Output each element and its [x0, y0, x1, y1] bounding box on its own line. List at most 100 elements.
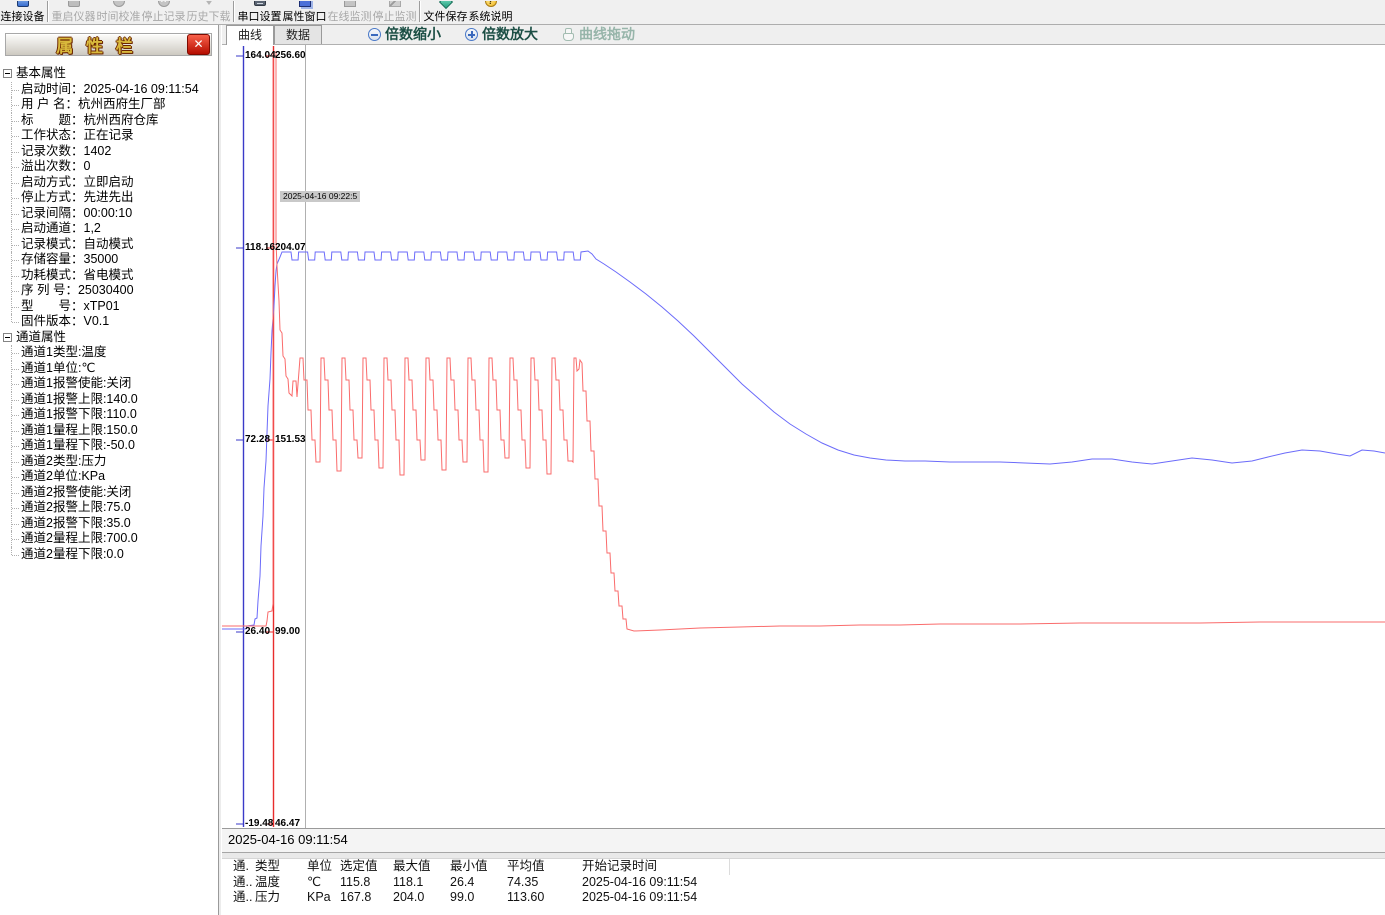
- file-save-icon: [438, 1, 452, 9]
- tree-item[interactable]: 通道1报警使能:关闭: [11, 376, 199, 392]
- tree-item-label: 序 列 号：25030400: [21, 283, 134, 297]
- tree-item[interactable]: 停止方式：先进先出: [11, 190, 199, 206]
- history-download-icon: [203, 1, 215, 7]
- table-header-cell: 最大值: [393, 859, 450, 875]
- connect-device-icon: [17, 1, 29, 7]
- toolbar-button[interactable]: 连接设备: [0, 0, 45, 24]
- tree-item-label: 用 户 名：杭州西府生厂部: [21, 97, 165, 111]
- toolbar-button[interactable]: 串口设置: [237, 0, 282, 24]
- tree-item[interactable]: 工作状态：正在记录: [11, 128, 199, 144]
- chart-button[interactable]: 倍数缩小: [368, 24, 441, 44]
- cell-min-value: 99.0: [450, 890, 507, 906]
- cell-unit: KPa: [307, 890, 340, 906]
- tree-item[interactable]: 记录模式：自动模式: [11, 237, 199, 253]
- tree-item[interactable]: 通道2报警下限:35.0: [11, 516, 199, 532]
- toolbar-button-label: 文件保存: [424, 10, 468, 24]
- toolbar-button-label: 停止记录: [142, 10, 186, 24]
- tree-root-basic-properties[interactable]: 基本属性: [2, 66, 199, 82]
- stop-monitor-icon: [389, 1, 401, 7]
- collapse-icon[interactable]: [3, 69, 12, 78]
- tree-item[interactable]: 通道2类型:压力: [11, 454, 199, 470]
- tree-item[interactable]: 启动时间：2025-04-16 09:11:54: [11, 82, 199, 98]
- tree-item[interactable]: 序 列 号：25030400: [11, 283, 199, 299]
- hand-icon: [562, 28, 575, 41]
- cell-unit: ℃: [307, 875, 340, 891]
- tree-item-label: 通道2单位:KPa: [21, 469, 105, 483]
- toolbar-button: 重启仪器: [51, 0, 96, 24]
- tree-item-label: 启动方式：立即启动: [21, 175, 134, 189]
- tree-item-label: 通道2报警使能:关闭: [21, 485, 131, 499]
- cell-selected-value: 115.8: [340, 875, 393, 891]
- horizontal-splitter[interactable]: [222, 852, 1385, 859]
- tree-item[interactable]: 通道2报警上限:75.0: [11, 500, 199, 516]
- chart-button-label: 倍数放大: [482, 24, 538, 44]
- tree-item[interactable]: 通道1量程上限:150.0: [11, 423, 199, 439]
- toolbar-button-label: 时间校准: [97, 10, 141, 24]
- tree-item[interactable]: 标 题：杭州西府仓库: [11, 113, 199, 129]
- table-row[interactable]: 通.. 温度 ℃ 115.8 118.1 26.4 74.35 2025-04-…: [222, 875, 1385, 891]
- tree-item[interactable]: 通道2单位:KPa: [11, 469, 199, 485]
- tree-item-label: 型 号：xTP01: [21, 299, 120, 313]
- cell-type: 压力: [255, 890, 307, 906]
- tree-root-channel-properties[interactable]: 通道属性: [2, 330, 199, 346]
- tree-item[interactable]: 记录间隔：00:00:10: [11, 206, 199, 222]
- property-panel-header: 属 性 栏 ✕: [5, 33, 212, 56]
- restart-instrument-icon: [68, 1, 80, 7]
- tree-item-label: 记录模式：自动模式: [21, 237, 134, 251]
- tree-item[interactable]: 通道2量程下限:0.0: [11, 547, 199, 563]
- tree-item[interactable]: 启动通道：1,2: [11, 221, 199, 237]
- tree-item[interactable]: 通道1单位:℃: [11, 361, 199, 377]
- tree-item-label: 通道1量程上限:150.0: [21, 423, 138, 437]
- axis-label-ch2: 99.00: [275, 626, 300, 637]
- tree-item[interactable]: 固件版本：V0.1: [11, 314, 199, 330]
- chart-tabbar: 曲线 数据 倍数缩小 倍数放大 曲线拖动: [222, 25, 1385, 45]
- tree-item-label: 通道2报警上限:75.0: [21, 500, 131, 514]
- collapse-icon[interactable]: [3, 333, 12, 342]
- table-row[interactable]: 通.. 压力 KPa 167.8 204.0 99.0 113.60 2025-…: [222, 890, 1385, 906]
- tree-item[interactable]: 通道2量程上限:700.0: [11, 531, 199, 547]
- tab-data[interactable]: 数据: [274, 25, 322, 44]
- tree-item[interactable]: 通道2报警使能:关闭: [11, 485, 199, 501]
- pressure-curve: [222, 52, 1385, 631]
- tree-item-label: 标 题：杭州西府仓库: [21, 113, 159, 127]
- tree-item[interactable]: 功耗模式：省电模式: [11, 268, 199, 284]
- cell-max-value: 118.1: [393, 875, 450, 891]
- chart-button-label: 曲线拖动: [579, 24, 635, 44]
- tree-item[interactable]: 通道1报警下限:110.0: [11, 407, 199, 423]
- table-header-cell: 通.: [233, 859, 255, 875]
- curve-canvas: [222, 45, 1385, 829]
- toolbar-icon-clip: [15, 1, 31, 10]
- toolbar-icon-clip: [387, 1, 403, 10]
- tree-item[interactable]: 通道1量程下限:-50.0: [11, 438, 199, 454]
- tree-item[interactable]: 记录次数：1402: [11, 144, 199, 160]
- toolbar-button[interactable]: 系统说明: [468, 0, 513, 24]
- tree-item[interactable]: 溢出次数：0: [11, 159, 199, 175]
- cell-start-time: 2025-04-16 09:11:54: [582, 890, 730, 906]
- curve-plot[interactable]: 164.04256.60118.16204.0772.28151.5326.40…: [222, 45, 1385, 829]
- tree-item[interactable]: 用 户 名：杭州西府生厂部: [11, 97, 199, 113]
- tree-item[interactable]: 型 号：xTP01: [11, 299, 199, 315]
- toolbar-icon-clip: [66, 1, 82, 10]
- toolbar-button[interactable]: 属性窗口: [282, 0, 327, 24]
- chart-button[interactable]: 倍数放大: [465, 24, 538, 44]
- toolbar-button: 在线监测: [327, 0, 372, 24]
- tree-item-label: 固件版本：V0.1: [21, 314, 109, 328]
- cell-max-value: 204.0: [393, 890, 450, 906]
- basic-properties-list: 启动时间：2025-04-16 09:11:54 用 户 名：杭州西府生厂部 标…: [2, 82, 199, 330]
- tree-item[interactable]: 存储容量：35000: [11, 252, 199, 268]
- tree-item[interactable]: 启动方式：立即启动: [11, 175, 199, 191]
- toolbar-button-label: 属性窗口: [283, 10, 327, 24]
- cell-avg-value: 74.35: [507, 875, 582, 891]
- tree-item-label: 停止方式：先进先出: [21, 190, 134, 204]
- table-header-cell: 最小值: [450, 859, 507, 875]
- toolbar-button[interactable]: 文件保存: [423, 0, 468, 24]
- tree-item[interactable]: 通道1类型:温度: [11, 345, 199, 361]
- toolbar-button: 历史下载: [186, 0, 231, 24]
- online-monitor-icon: [344, 1, 356, 7]
- toolbar-icon-clip: [438, 1, 454, 10]
- toolbar-button-label: 连接设备: [1, 10, 45, 24]
- close-icon[interactable]: ✕: [187, 34, 210, 55]
- tree-item[interactable]: 通道1报警上限:140.0: [11, 392, 199, 408]
- tree-item-label: 溢出次数：0: [21, 159, 90, 173]
- tab-curve[interactable]: 曲线: [226, 25, 274, 45]
